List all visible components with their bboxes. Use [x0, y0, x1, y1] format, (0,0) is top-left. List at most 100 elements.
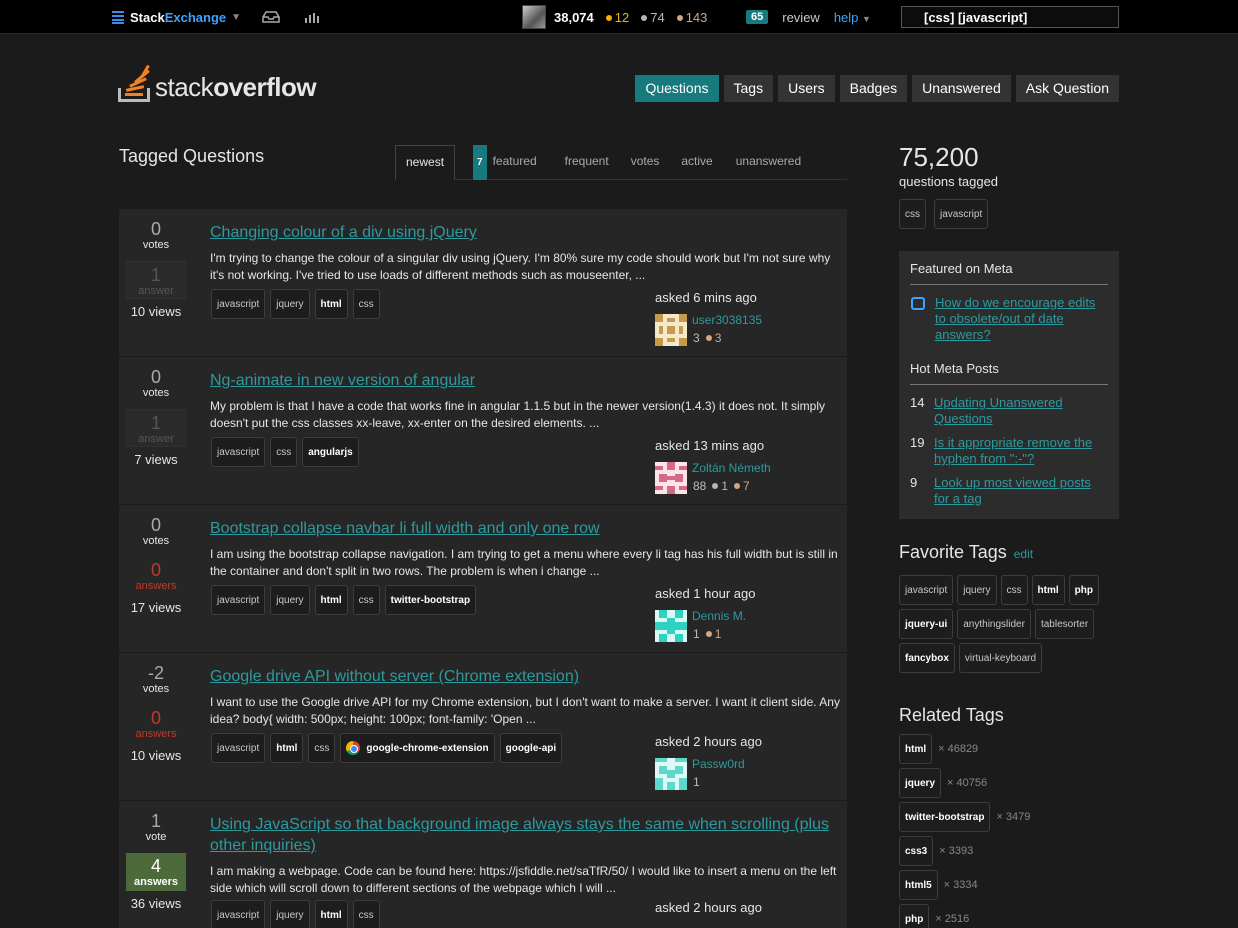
help-label: help — [833, 9, 859, 25]
tag[interactable]: jquery-ui — [899, 609, 954, 639]
user-name-link[interactable]: user3038135 — [692, 313, 762, 327]
se-word-exchange: Exchange — [164, 9, 227, 25]
tag[interactable]: javascript — [899, 575, 954, 605]
tab-votes[interactable]: votes — [621, 145, 670, 180]
tab-featured-label: featured — [492, 154, 537, 168]
tab-active[interactable]: active — [671, 145, 722, 180]
tag[interactable]: javascript — [211, 585, 266, 615]
tag[interactable]: html — [314, 900, 348, 928]
hot-meta-link[interactable]: Look up most viewed posts for a tag — [934, 475, 1108, 507]
tag[interactable]: javascript — [211, 900, 266, 928]
tag[interactable]: fancybox — [899, 643, 955, 673]
vote-label: votes — [142, 535, 170, 547]
user-avatar[interactable] — [655, 314, 687, 346]
user-profile-summary[interactable]: 38,074 12 74 143 — [522, 0, 707, 34]
tag[interactable]: html — [314, 585, 348, 615]
tag[interactable]: css — [308, 733, 336, 763]
stackoverflow-logo[interactable]: stackoverflow — [118, 60, 317, 102]
related-tag-row: html × 46829 — [899, 734, 1119, 764]
bronze-count: 7 — [743, 479, 750, 493]
user-name-link[interactable]: Passw0rd — [692, 757, 745, 771]
tag[interactable]: tablesorter — [1034, 609, 1095, 639]
answer-count: 1 — [150, 413, 161, 433]
user-name-link[interactable]: Dennis M. — [692, 609, 746, 623]
tagged-question-label: questions tagged — [899, 174, 999, 189]
bronze-badge-icon — [705, 335, 712, 341]
tab-newest[interactable]: newest — [395, 145, 456, 180]
tab-featured[interactable]: 7 featured — [463, 145, 547, 180]
tag[interactable]: javascript — [211, 437, 266, 467]
tag[interactable]: css — [352, 900, 380, 928]
hot-meta-link[interactable]: Is it appropriate remove the hyphen from… — [934, 435, 1108, 467]
nav-tags[interactable]: Tags — [723, 75, 774, 102]
nav-questions[interactable]: Questions — [635, 75, 719, 102]
question-title-link[interactable]: Changing colour of a div using jQuery — [210, 222, 840, 243]
tag[interactable]: php — [1068, 575, 1099, 605]
tag[interactable]: jquery — [270, 585, 310, 615]
tag[interactable]: jquery — [270, 289, 310, 319]
tag[interactable]: css3 — [899, 836, 934, 866]
question-title-link[interactable]: Google drive API without server (Chrome … — [210, 666, 840, 687]
avatar[interactable] — [522, 5, 546, 29]
tag-list: javascript jquery html css twitter-boots… — [211, 585, 477, 615]
tag[interactable]: css — [270, 437, 298, 467]
tag[interactable]: html — [899, 734, 933, 764]
user-avatar[interactable] — [655, 462, 687, 494]
related-tag-row: html5 × 3334 — [899, 870, 1119, 900]
tag[interactable]: html — [1031, 575, 1065, 605]
vote-label: vote — [145, 831, 167, 843]
tag[interactable]: css — [352, 289, 380, 319]
inbox-icon[interactable] — [262, 0, 282, 34]
tag[interactable]: javascript — [211, 289, 266, 319]
stackexchange-menu[interactable]: Stack Exchange ▼ — [112, 0, 241, 34]
question-title-link[interactable]: Using JavaScript so that background imag… — [210, 814, 840, 856]
favorite-tags-edit-link[interactable]: edit — [1014, 547, 1033, 561]
tag[interactable]: anythingslider — [957, 609, 1031, 639]
tag[interactable]: html5 — [899, 870, 938, 900]
answer-label: answers — [135, 728, 177, 740]
search-input[interactable] — [901, 6, 1119, 28]
nav-badges[interactable]: Badges — [839, 75, 908, 102]
tag[interactable]: google-api — [499, 733, 563, 763]
tag[interactable]: google-chrome-extension — [340, 733, 495, 763]
user-rep: 88 — [693, 479, 707, 493]
achievements-icon[interactable] — [304, 0, 324, 34]
tag[interactable]: php — [899, 904, 930, 928]
question-excerpt: I'm trying to change the colour of a sin… — [210, 251, 831, 282]
user-avatar[interactable] — [655, 758, 687, 790]
tag[interactable]: jquery — [270, 900, 310, 928]
featured-meta-link[interactable]: How do we encourage edits to obsolete/ou… — [935, 295, 1108, 343]
question-title-link[interactable]: Bootstrap collapse navbar li full width … — [210, 518, 840, 539]
tag[interactable]: angularjs — [302, 437, 359, 467]
tab-frequent[interactable]: frequent — [555, 145, 619, 180]
meta-sidebar-box: Featured on Meta How do we encourage edi… — [899, 251, 1119, 519]
tag[interactable]: virtual-keyboard — [958, 643, 1043, 673]
user-name-link[interactable]: Zoltán Németh — [692, 461, 771, 475]
nav-users[interactable]: Users — [778, 75, 835, 102]
ask-question-button[interactable]: Ask Question — [1015, 75, 1119, 102]
favorite-tags-title: Favorite Tags — [899, 542, 1007, 562]
tag[interactable]: css — [1000, 575, 1028, 605]
tag[interactable]: twitter-bootstrap — [899, 802, 991, 832]
hot-meta-link[interactable]: Updating Unanswered Questions — [934, 395, 1108, 427]
tag[interactable]: html — [270, 733, 304, 763]
tag[interactable]: jquery — [899, 768, 942, 798]
tag[interactable]: css — [899, 199, 926, 229]
tag[interactable]: html — [314, 289, 348, 319]
answer-count: 4 — [150, 856, 161, 876]
tab-unanswered[interactable]: unanswered — [726, 145, 811, 180]
tag[interactable]: javascript — [934, 199, 989, 229]
help-menu[interactable]: help ▼ — [834, 10, 871, 25]
answer-count: 0 — [150, 708, 161, 728]
question-title-link[interactable]: Ng-animate in new version of angular — [210, 370, 840, 391]
tag[interactable]: css — [352, 585, 380, 615]
review-link[interactable]: review — [782, 10, 820, 25]
featured-meta-heading: Featured on Meta — [910, 261, 1108, 285]
review-count-badge[interactable]: 65 — [746, 10, 769, 24]
nav-unanswered[interactable]: Unanswered — [912, 75, 1011, 102]
user-avatar[interactable] — [655, 610, 687, 642]
tag[interactable]: twitter-bootstrap — [384, 585, 477, 615]
tag[interactable]: jquery — [957, 575, 997, 605]
silver-badge-icon — [641, 14, 648, 21]
tag[interactable]: javascript — [211, 733, 266, 763]
